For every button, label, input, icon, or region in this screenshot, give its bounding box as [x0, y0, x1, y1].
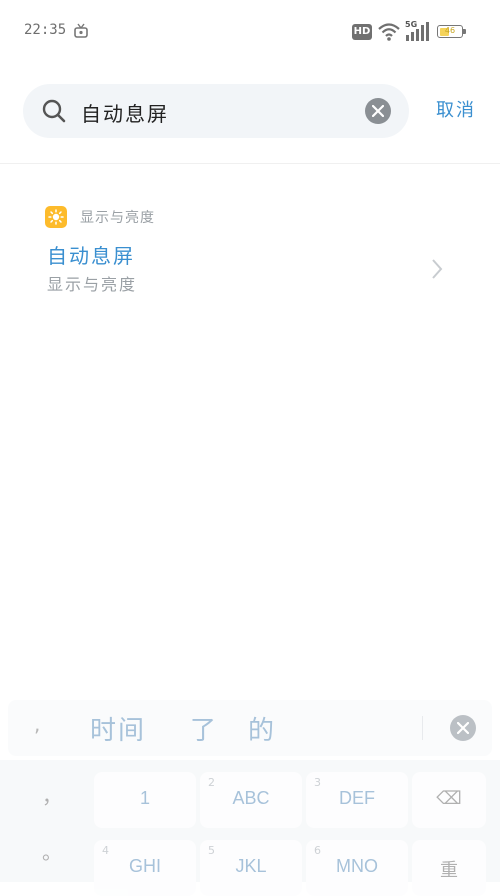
- key-1[interactable]: 1: [94, 772, 196, 828]
- signal-bars-icon: [406, 22, 429, 41]
- status-bar: 22:35 HD 5G 46: [0, 0, 500, 64]
- reenter-key[interactable]: 重: [412, 840, 486, 896]
- input-method-keyboard: , 时间 了 的 ， 。 1 2 ABC 3 DEF ⌫ 4 GHI 5 JKL…: [0, 700, 500, 896]
- key-mno[interactable]: 6 MNO: [306, 840, 408, 896]
- key-label: MNO: [336, 856, 378, 876]
- key-def[interactable]: 3 DEF: [306, 772, 408, 828]
- candidate-item[interactable]: 了: [190, 710, 218, 747]
- search-result-item[interactable]: 显示与亮度 自动息屏 显示与亮度: [0, 195, 500, 305]
- tv-icon: [74, 23, 88, 38]
- punctuation-column: ， 。: [16, 770, 88, 882]
- battery-cap: [463, 29, 466, 34]
- battery-icon: 46: [437, 25, 463, 38]
- candidate-bar: , 时间 了 的: [8, 700, 492, 756]
- key-label: ⌫: [436, 788, 462, 808]
- result-subtitle: 显示与亮度: [47, 275, 138, 294]
- keyboard-close-button[interactable]: [450, 715, 476, 741]
- cancel-button[interactable]: 取消: [436, 96, 476, 122]
- key-label: JKL: [235, 856, 267, 876]
- wifi-icon: [378, 23, 400, 41]
- key-label: 重: [440, 860, 458, 880]
- key-abc[interactable]: 2 ABC: [200, 772, 302, 828]
- sun-icon: [45, 206, 67, 228]
- result-category-label: 显示与亮度: [80, 210, 155, 226]
- key-label: ABC: [232, 788, 270, 808]
- search-input[interactable]: 自动息屏: [81, 98, 169, 127]
- punct-key[interactable]: 。: [16, 836, 88, 865]
- key-label: 1: [139, 788, 150, 808]
- keyboard-keys: ， 。 1 2 ABC 3 DEF ⌫ 4 GHI 5 JKL 6 MNO 重: [0, 760, 500, 896]
- search-box[interactable]: 自动息屏: [23, 84, 409, 138]
- key-label: DEF: [339, 788, 375, 808]
- search-icon: [42, 99, 66, 123]
- clear-search-button[interactable]: [365, 98, 391, 124]
- status-time: 22:35: [24, 22, 67, 38]
- key-ghi[interactable]: 4 GHI: [94, 840, 196, 896]
- backspace-key[interactable]: ⌫: [412, 772, 486, 828]
- key-label: GHI: [128, 856, 161, 876]
- close-icon: [457, 722, 469, 734]
- candidate-item[interactable]: 时间: [90, 710, 146, 747]
- hd-badge: HD: [352, 24, 372, 40]
- key-jkl[interactable]: 5 JKL: [200, 840, 302, 896]
- close-icon: [372, 105, 384, 117]
- battery-text: 46: [444, 26, 456, 35]
- candidate-divider: [422, 716, 423, 740]
- candidate-lead[interactable]: ,: [34, 712, 40, 736]
- candidate-item[interactable]: 的: [248, 710, 276, 747]
- chevron-right-icon: [432, 259, 443, 279]
- punct-key[interactable]: ，: [16, 780, 88, 809]
- divider: [0, 163, 500, 164]
- result-title: 自动息屏: [47, 244, 135, 268]
